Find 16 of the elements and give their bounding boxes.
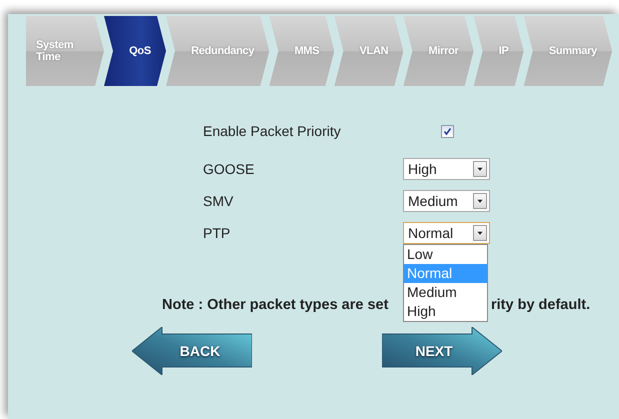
note-text: Note : Other packet types are set — [162, 297, 390, 313]
priority-select[interactable]: High — [403, 158, 490, 180]
dropdown-option[interactable]: Low — [404, 245, 487, 264]
dropdown-option[interactable]: Normal — [404, 264, 487, 283]
enable-priority-label: Enable Packet Priority — [203, 123, 342, 139]
priority-select[interactable]: Medium — [403, 190, 490, 212]
packet-type-label: PTP — [203, 225, 232, 241]
dropdown-option[interactable]: High — [404, 302, 487, 321]
packet-type-label: GOOSE — [203, 161, 256, 177]
note-text: rity by default. — [491, 297, 590, 313]
packet-type-label: SMV — [203, 193, 234, 209]
back-button[interactable]: BACK — [132, 327, 252, 375]
wizard-step[interactable]: QoS — [104, 16, 166, 86]
next-button[interactable]: NEXT — [382, 327, 502, 375]
dropdown-option[interactable]: Medium — [404, 283, 487, 302]
enable-priority-checkbox[interactable] — [441, 124, 454, 138]
